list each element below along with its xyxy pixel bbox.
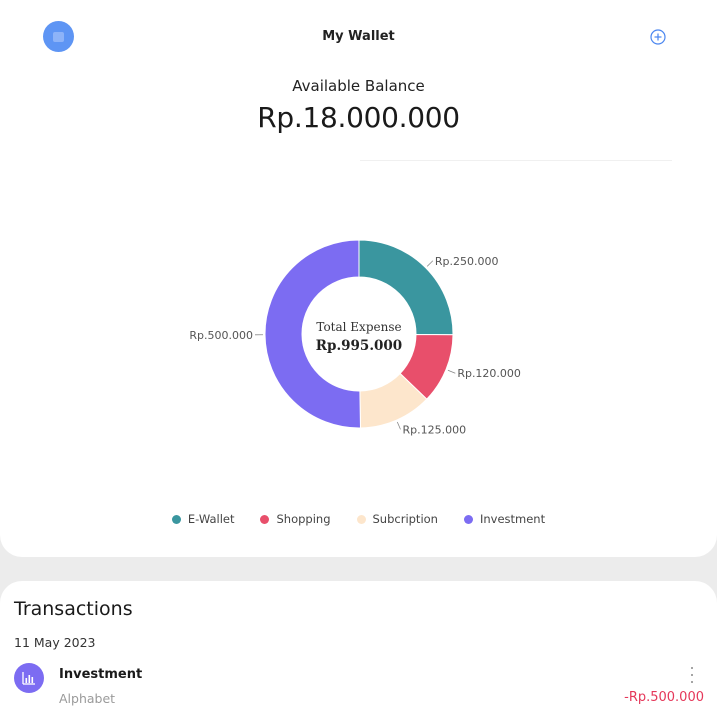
donut-label-subcription: Rp.125.000 (402, 423, 466, 436)
transaction-name[interactable]: Investment (59, 667, 142, 682)
legend-item-subcription[interactable]: Subcription (357, 512, 438, 526)
donut-label-shopping: Rp.120.000 (457, 367, 521, 380)
bar-chart-icon (14, 663, 44, 693)
donut-center-title: Total Expense (316, 320, 401, 334)
legend-label: Shopping (276, 512, 330, 526)
legend-dot (464, 515, 473, 524)
plus-circle-icon[interactable] (650, 29, 666, 45)
legend-dot (260, 515, 269, 524)
transactions-title: Transactions (14, 598, 133, 620)
legend-item-shopping[interactable]: Shopping (260, 512, 330, 526)
legend-dot (172, 515, 181, 524)
transaction-amount: -Rp.500.000 (624, 690, 704, 705)
legend-label: E-Wallet (188, 512, 235, 526)
donut-svg: Rp.250.000 Rp.120.000 Rp.125.000 Rp.500.000… (0, 170, 717, 490)
transactions-card: Transactions 11 May 2023 Investment Alph… (0, 581, 717, 721)
chart-legend: E-Wallet Shopping Subcription Investment (0, 512, 717, 526)
donut-label-e-wallet: Rp.250.000 (435, 255, 499, 268)
legend-label: Subcription (373, 512, 438, 526)
legend-item-e-wallet[interactable]: E-Wallet (172, 512, 235, 526)
page-title: My Wallet (0, 29, 717, 44)
legend-item-investment[interactable]: Investment (464, 512, 545, 526)
balance-label: Available Balance (0, 77, 717, 95)
donut-label-investment: Rp.500.000 (189, 329, 253, 342)
more-vertical-icon[interactable] (686, 667, 698, 683)
wallet-summary-card: My Wallet Available Balance Rp.18.000.00… (0, 0, 717, 557)
legend-dot (357, 515, 366, 524)
divider (360, 160, 672, 161)
transactions-date: 11 May 2023 (14, 635, 96, 650)
expense-donut-chart: Rp.250.000 Rp.120.000 Rp.125.000 Rp.500.000… (0, 170, 717, 490)
transaction-subtitle: Alphabet (59, 691, 115, 706)
donut-leader-e-wallet (427, 261, 433, 267)
donut-leader-shopping (448, 370, 455, 373)
legend-label: Investment (480, 512, 545, 526)
donut-leader-subcription (397, 422, 400, 429)
balance-amount: Rp.18.000.000 (0, 101, 717, 134)
donut-slice-investment[interactable] (265, 240, 360, 428)
donut-center-value: Rp.995.000 (316, 338, 402, 354)
